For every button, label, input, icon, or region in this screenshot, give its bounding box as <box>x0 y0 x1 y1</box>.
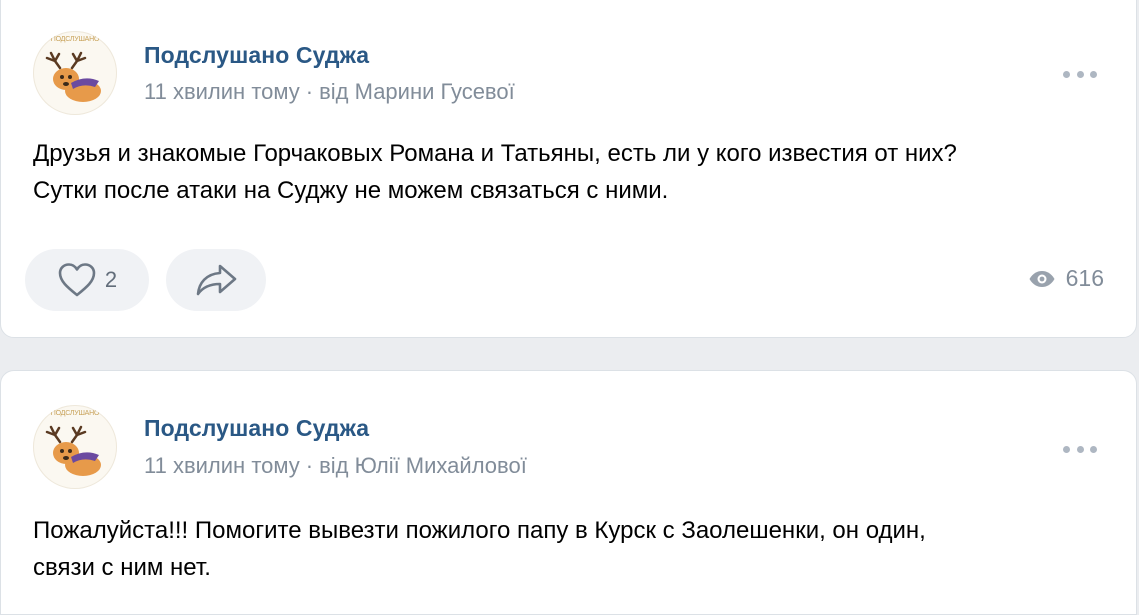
post-time[interactable]: 11 хвилин тому <box>144 453 300 478</box>
post-text-line: Пожалуйста!!! Помогите вывезти пожилого … <box>33 517 926 544</box>
meta-separator: · <box>305 453 314 478</box>
deer-logo-icon <box>45 425 101 476</box>
share-icon <box>196 264 237 296</box>
views-counter: 616 <box>1028 265 1104 292</box>
heart-icon <box>58 263 96 297</box>
post-text: Пожалуйста!!! Помогите вывезти пожилого … <box>33 512 1116 586</box>
more-options-button[interactable] <box>1063 69 1097 79</box>
post-meta: 11 хвилин тому · від Марини Гусевої <box>144 79 515 105</box>
post-card: ПОДСЛУШАНО Подслушано Суджа 11 хвилин то… <box>0 0 1137 338</box>
post-signer[interactable]: від Юлії Михайлової <box>319 453 527 478</box>
post-card: ПОДСЛУШАНО Подслушано Суджа 11 хвилин то… <box>0 370 1137 615</box>
more-icon <box>1063 70 1070 78</box>
share-button[interactable] <box>166 249 266 311</box>
author-name[interactable]: Подслушано Суджа <box>144 415 369 442</box>
post-text-line: связи с ним нет. <box>33 554 211 581</box>
post-text-line: Сутки после атаки на Суджу не можем связ… <box>33 177 669 204</box>
post-text-line: Друзья и знакомые Горчаковых Романа и Та… <box>33 140 957 167</box>
community-avatar[interactable]: ПОДСЛУШАНО <box>33 405 117 489</box>
post-meta: 11 хвилин тому · від Юлії Михайлової <box>144 453 527 479</box>
author-name[interactable]: Подслушано Суджа <box>144 42 369 69</box>
more-icon <box>1063 445 1070 453</box>
like-button[interactable]: 2 <box>25 249 149 311</box>
eye-icon <box>1029 270 1055 287</box>
deer-logo-icon <box>45 51 101 102</box>
post-signer[interactable]: від Марини Гусевої <box>319 79 515 104</box>
community-avatar[interactable]: ПОДСЛУШАНО <box>33 31 117 115</box>
post-text: Друзья и знакомые Горчаковых Романа и Та… <box>33 135 1116 209</box>
post-time[interactable]: 11 хвилин тому <box>144 79 300 104</box>
like-count: 2 <box>104 267 118 292</box>
meta-separator: · <box>305 79 314 104</box>
more-options-button[interactable] <box>1063 444 1097 454</box>
views-count: 616 <box>1065 265 1104 291</box>
